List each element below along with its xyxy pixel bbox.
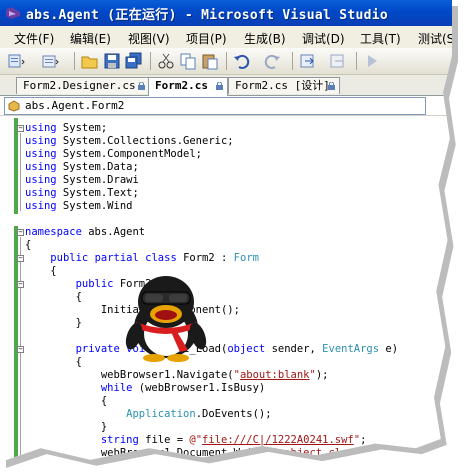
menu-file[interactable]: 文件(F) <box>14 30 54 47</box>
code-line: using System.Wind <box>25 200 133 212</box>
menu-view[interactable]: 视图(V) <box>128 30 170 47</box>
navigation-bar: abs.Agent.Form2 <box>0 96 452 116</box>
code-line: { <box>25 265 57 277</box>
tab-form2-design[interactable]: Form2.cs [设计] <box>228 77 340 94</box>
menu-edit[interactable]: 编辑(E) <box>70 30 111 47</box>
code-line: Application.DoEvents(); <box>126 408 272 420</box>
undo-icon[interactable] <box>232 51 252 71</box>
changed-lines-margin <box>14 118 18 214</box>
code-line: { <box>25 356 82 368</box>
code-line: using System.Data; <box>25 161 139 173</box>
tab-form2-cs[interactable]: Form2.cs <box>148 77 228 96</box>
copy-icon[interactable] <box>178 51 198 71</box>
code-line: public partial class Form2 : Form <box>50 252 259 264</box>
paste-icon[interactable] <box>200 51 220 71</box>
save-icon[interactable] <box>102 51 122 71</box>
cut-icon[interactable] <box>156 51 176 71</box>
fold-guide <box>20 133 21 211</box>
toolbar-separator <box>292 52 293 70</box>
toolbar-separator <box>356 52 357 70</box>
tab-label: Form2.Designer.cs <box>23 79 136 92</box>
window-title: abs.Agent (正在运行) - Microsoft Visual Stud… <box>26 8 389 23</box>
new-project-icon[interactable] <box>6 51 26 71</box>
save-all-icon[interactable] <box>124 51 144 71</box>
code-line: while (webBrowser1.IsBusy) <box>100 382 266 394</box>
title-bar[interactable]: abs.Agent (正在运行) - Microsoft Visual Stud… <box>0 0 452 26</box>
add-item-icon[interactable] <box>40 51 60 71</box>
document-tabs: Form2.Designer.cs Form2.cs Form2.cs [设计] <box>0 75 452 96</box>
editor-gutter <box>0 116 14 462</box>
code-line: using System.ComponentModel; <box>25 148 203 160</box>
lock-icon <box>216 82 223 90</box>
navigate-forward-icon[interactable] <box>328 51 348 71</box>
code-line: private void Form2_Load(object sender, E… <box>75 343 399 355</box>
open-file-icon[interactable] <box>80 51 100 71</box>
toolbar-separator <box>226 52 227 70</box>
start-debug-icon[interactable] <box>362 51 382 71</box>
code-line: webBrowser1.Navigate("about:blank"); <box>25 369 329 381</box>
code-line: { <box>25 395 108 407</box>
menu-project[interactable]: 项目(P) <box>186 30 227 47</box>
lock-icon <box>138 82 145 90</box>
type-dropdown-value: abs.Agent.Form2 <box>25 99 125 112</box>
code-editor[interactable]: − − − − − using System; using System.Coll… <box>0 116 452 462</box>
class-icon <box>8 100 20 112</box>
qq-penguin-mascot <box>125 276 207 362</box>
code-line: { <box>25 291 82 303</box>
tab-form2-designer[interactable]: Form2.Designer.cs <box>16 77 150 94</box>
menu-build[interactable]: 生成(B) <box>244 30 286 47</box>
fold-collapse-icon[interactable]: − <box>17 125 24 132</box>
fold-collapse-icon[interactable]: − <box>17 346 24 353</box>
fold-collapse-icon[interactable]: − <box>17 281 24 288</box>
code-line: using System.Drawi <box>25 174 139 186</box>
visual-studio-icon <box>6 7 20 19</box>
tab-label: Form2.cs <box>155 79 208 92</box>
code-line: using System; <box>25 122 108 134</box>
tab-label: Form2.cs [设计] <box>235 79 330 92</box>
code-line: namespace abs.Agent <box>25 226 146 238</box>
type-dropdown[interactable]: abs.Agent.Form2 <box>4 97 426 115</box>
lock-icon <box>328 82 335 90</box>
menu-debug[interactable]: 调试(D) <box>302 30 345 47</box>
navigate-icon[interactable] <box>298 51 318 71</box>
code-line: { <box>25 239 32 251</box>
code-line: } <box>25 421 108 433</box>
toolbar-separator <box>150 52 151 70</box>
fold-collapse-icon[interactable]: − <box>17 255 24 262</box>
vs-window: abs.Agent (正在运行) - Microsoft Visual Stud… <box>0 0 452 462</box>
code-line: string file = @"file:///C|/1222A0241.swf… <box>100 434 367 446</box>
menu-tools[interactable]: 工具(T) <box>360 30 401 47</box>
menu-bar: 文件(F) 编辑(E) 视图(V) 项目(P) 生成(B) 调试(D) 工具(T… <box>0 26 452 48</box>
fold-collapse-icon[interactable]: − <box>17 229 24 236</box>
standard-toolbar <box>0 48 452 75</box>
redo-icon[interactable] <box>262 51 282 71</box>
toolbar-separator <box>74 52 75 70</box>
code-line: } <box>25 317 82 329</box>
code-line: using System.Collections.Generic; <box>25 135 234 147</box>
code-line: using System.Text; <box>25 187 139 199</box>
